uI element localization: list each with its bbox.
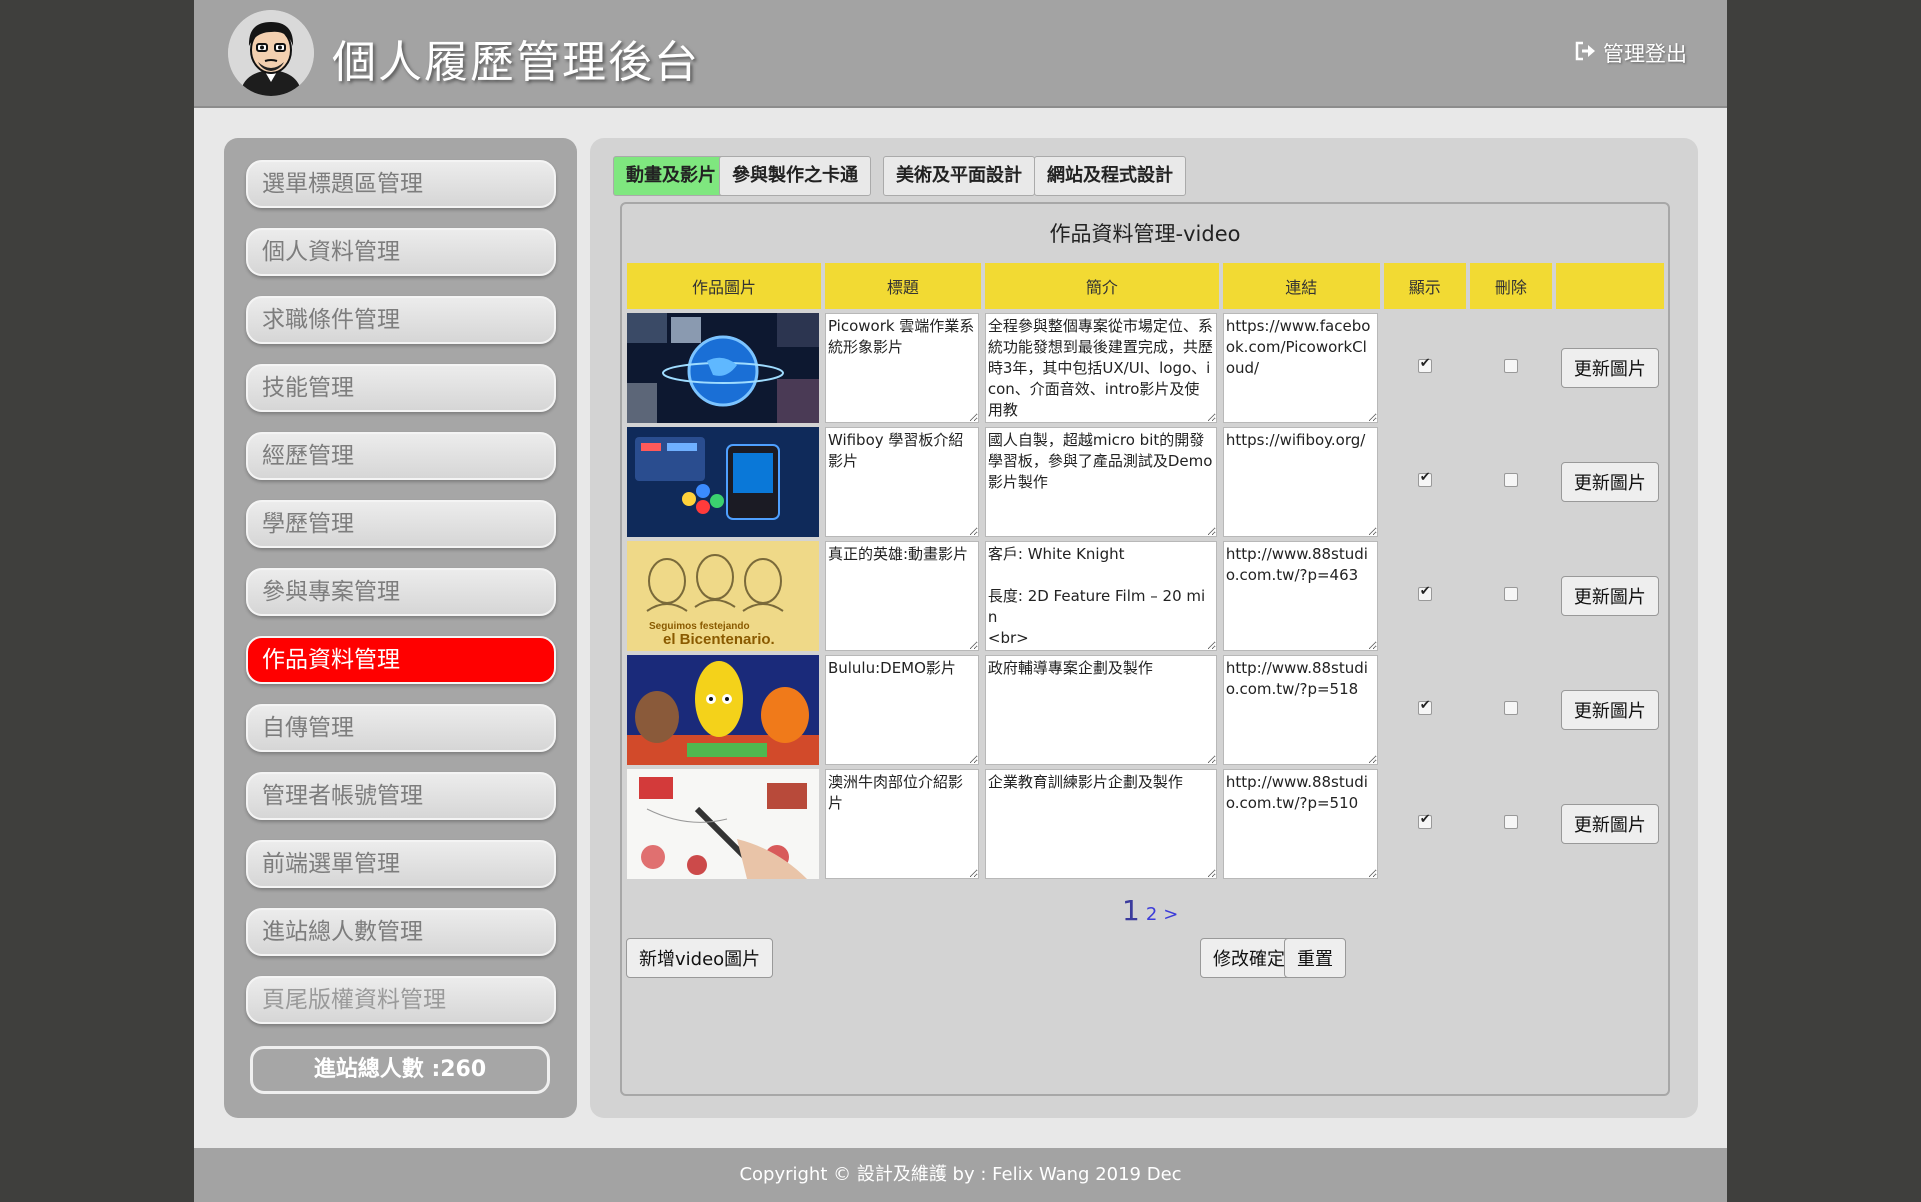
link-textarea[interactable]: http://www.88studio.com.tw/?p=463 — [1222, 541, 1378, 651]
update-image-button[interactable]: 更新圖片 — [1560, 348, 1659, 388]
delete-checkbox[interactable] — [1503, 359, 1518, 373]
intro-line: 長度: 2D Feature Film – 20 min — [987, 587, 1206, 626]
site-title: 個人履歷管理後台 — [332, 37, 700, 88]
table-row: Picowork 雲端作業系統形象影片 全程參與整個專案從市場定位、系統功能發想… — [627, 313, 1664, 423]
work-thumbnail: Seguimos festejando el Bicentenario. — [627, 541, 819, 651]
show-checkbox[interactable] — [1417, 356, 1432, 373]
work-thumbnail — [627, 313, 819, 423]
tab-web-programming[interactable]: 網站及程式設計 — [1034, 156, 1186, 196]
intro-textarea[interactable]: 政府輔導專案企劃及製作 — [984, 655, 1217, 765]
work-thumbnail — [627, 427, 819, 537]
col-header-title: 標題 — [824, 263, 981, 309]
reset-button[interactable]: 重置 — [1284, 938, 1346, 978]
sidebar-item-admin-accounts[interactable]: 管理者帳號管理 — [246, 772, 556, 820]
sidebar-item-footer-copyright[interactable]: 頁尾版權資料管理 — [246, 976, 556, 1024]
intro-line-blank — [988, 565, 1214, 586]
pagination: 1 2 > — [1122, 894, 1178, 927]
show-checkbox[interactable] — [1417, 812, 1432, 829]
delete-checkbox[interactable] — [1503, 473, 1518, 487]
intro-textarea[interactable]: 客戶: White Knight 長度: 2D Feature Film – 2… — [984, 541, 1217, 651]
page-link-2[interactable]: 2 — [1146, 904, 1157, 925]
content-box: 作品資料管理-video 作品圖片 標題 簡介 連結 顯示 刪除 Picowor… — [620, 202, 1670, 1096]
col-header-image: 作品圖片 — [627, 263, 821, 309]
sidebar-item-menu-title[interactable]: 選單標題區管理 — [246, 160, 556, 208]
intro-textarea[interactable]: 企業教育訓練影片企劃及製作 — [984, 769, 1217, 879]
title-textarea[interactable]: 澳洲牛肉部位介紹影片 — [824, 769, 979, 879]
sidebar-item-projects[interactable]: 參與專案管理 — [246, 568, 556, 616]
header: 個人履歷管理後台 管理登出 — [194, 0, 1727, 108]
tab-cartoon[interactable]: 參與製作之卡通 — [719, 156, 871, 196]
work-thumbnail — [627, 655, 819, 765]
sidebar-item-skills[interactable]: 技能管理 — [246, 364, 556, 412]
logout-icon — [1575, 41, 1597, 66]
intro-textarea[interactable]: 全程參與整個專案從市場定位、系統功能發想到最後建置完成，共歷時3年，其中包括UX… — [984, 313, 1217, 423]
delete-checkbox[interactable] — [1503, 815, 1518, 829]
link-textarea[interactable]: http://www.88studio.com.tw/?p=510 — [1222, 769, 1378, 879]
sidebar-item-job-conditions[interactable]: 求職條件管理 — [246, 296, 556, 344]
title-textarea[interactable]: Wifiboy 學習板介紹影片 — [824, 427, 979, 537]
link-textarea[interactable]: https://wifiboy.org/ — [1222, 427, 1378, 537]
works-table: 作品圖片 標題 簡介 連結 顯示 刪除 Picowork 雲端作業系統形象影片 … — [623, 259, 1668, 883]
delete-checkbox[interactable] — [1503, 587, 1518, 601]
link-textarea[interactable]: http://www.88studio.com.tw/?p=518 — [1222, 655, 1378, 765]
main-panel: 動畫及影片 參與製作之卡通 美術及平面設計 網站及程式設計 作品資料管理-vid… — [590, 138, 1698, 1118]
logout-link[interactable]: 管理登出 — [1575, 38, 1687, 68]
sidebar-item-experience[interactable]: 經歷管理 — [246, 432, 556, 480]
update-image-button[interactable]: 更新圖片 — [1560, 690, 1659, 730]
table-row: 澳洲牛肉部位介紹影片 企業教育訓練影片企劃及製作 http://www.88st… — [627, 769, 1664, 879]
page-current: 1 — [1122, 894, 1140, 927]
table-row: Wifiboy 學習板介紹影片 國人自製，超越micro bit的開發學習板，參… — [627, 427, 1664, 537]
col-header-action — [1555, 263, 1664, 309]
link-textarea[interactable]: https://www.facebook.com/PicoworkCloud/ — [1222, 313, 1378, 423]
logout-label: 管理登出 — [1603, 42, 1687, 66]
visitor-count-badge: 進站總人數 :260 — [250, 1046, 550, 1094]
sidebar-item-works[interactable]: 作品資料管理 — [246, 636, 556, 684]
add-video-image-button[interactable]: 新增video圖片 — [626, 938, 774, 978]
table-header-row: 作品圖片 標題 簡介 連結 顯示 刪除 — [627, 263, 1664, 309]
table-row: Bululu:DEMO影片 政府輔導專案企劃及製作 http://www.88s… — [627, 655, 1664, 765]
page: 個人履歷管理後台 管理登出 選單標題區管理 個人資料管理 求職條件管理 技能管理… — [194, 0, 1727, 1202]
col-header-intro: 簡介 — [984, 263, 1219, 309]
update-image-button[interactable]: 更新圖片 — [1560, 804, 1659, 844]
title-textarea[interactable]: Bululu:DEMO影片 — [824, 655, 979, 765]
thumb-caption-line-2: el Bicentenario. — [663, 631, 775, 648]
title-textarea[interactable]: Picowork 雲端作業系統形象影片 — [824, 313, 979, 423]
avatar — [228, 10, 314, 96]
title-textarea[interactable]: 真正的英雄:動畫影片 — [824, 541, 979, 651]
update-image-button[interactable]: 更新圖片 — [1560, 576, 1659, 616]
tab-art-design[interactable]: 美術及平面設計 — [883, 156, 1035, 196]
sidebar-item-personal-info[interactable]: 個人資料管理 — [246, 228, 556, 276]
delete-checkbox[interactable] — [1503, 701, 1518, 715]
intro-textarea[interactable]: 國人自製，超越micro bit的開發學習板，參與了產品測試及Demo影片製作 — [984, 427, 1217, 537]
update-image-button[interactable]: 更新圖片 — [1560, 462, 1659, 502]
page-next-arrow[interactable]: > — [1163, 904, 1178, 925]
show-checkbox[interactable] — [1417, 470, 1432, 487]
show-checkbox[interactable] — [1417, 698, 1432, 715]
show-checkbox[interactable] — [1417, 584, 1432, 601]
col-header-show: 顯示 — [1383, 263, 1466, 309]
sidebar-item-education[interactable]: 學歷管理 — [246, 500, 556, 548]
intro-line: 客戶: White Knight — [987, 545, 1125, 563]
sidebar-item-autobiography[interactable]: 自傳管理 — [246, 704, 556, 752]
sidebar-item-frontend-menu[interactable]: 前端選單管理 — [246, 840, 556, 888]
intro-line: <br> — [987, 629, 1029, 647]
footer: Copyright © 設計及維護 by : Felix Wang 2019 D… — [194, 1148, 1727, 1202]
col-header-delete: 刪除 — [1469, 263, 1552, 309]
content-title: 作品資料管理-video — [1049, 222, 1241, 246]
sidebar: 選單標題區管理 個人資料管理 求職條件管理 技能管理 經歷管理 學歷管理 參與專… — [224, 138, 577, 1118]
sidebar-item-visitor-count[interactable]: 進站總人數管理 — [246, 908, 556, 956]
table-row: Seguimos festejando el Bicentenario. 真正的… — [627, 541, 1664, 651]
work-thumbnail — [627, 769, 819, 879]
col-header-link: 連結 — [1222, 263, 1380, 309]
tab-animation-video[interactable]: 動畫及影片 — [613, 156, 729, 196]
